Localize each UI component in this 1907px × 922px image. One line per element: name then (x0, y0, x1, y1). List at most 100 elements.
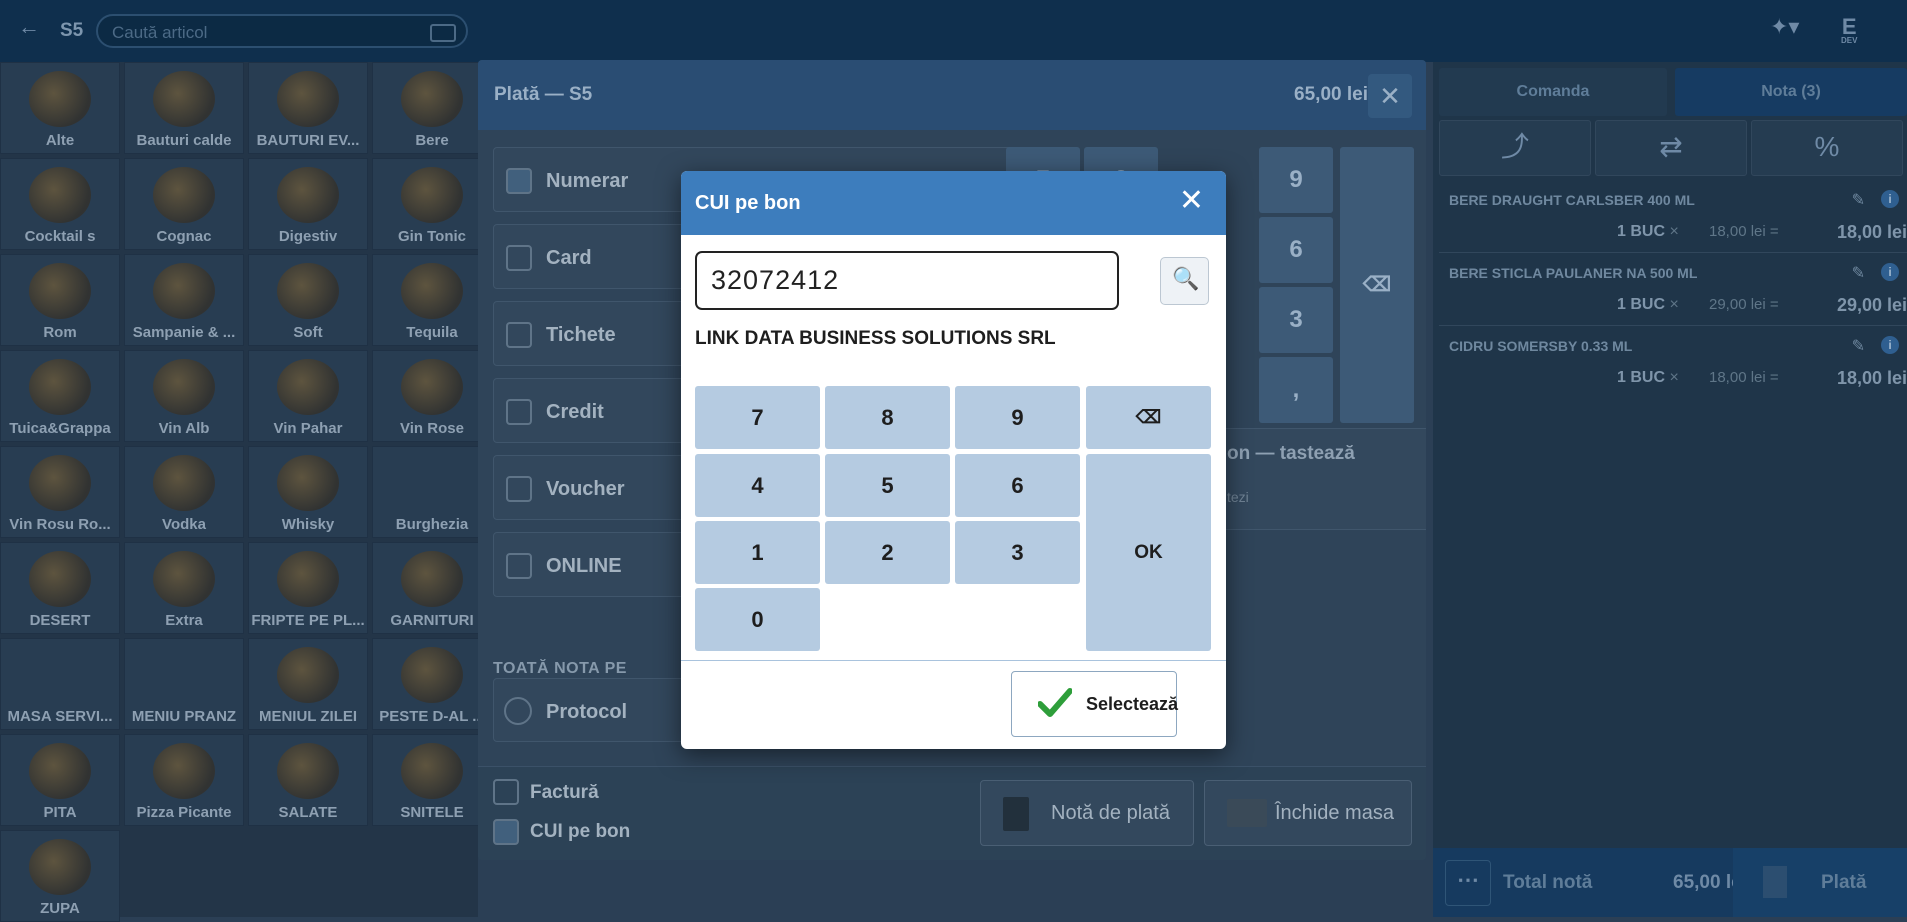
checkbox[interactable] (506, 245, 532, 271)
edit-icon[interactable]: ✎ (1852, 190, 1865, 210)
keypad-key-6[interactable]: 6 (955, 454, 1080, 517)
search-button[interactable]: 🔍 (1160, 257, 1209, 305)
category-tile[interactable]: SNITELE (372, 734, 492, 826)
edit-icon[interactable]: ✎ (1852, 263, 1865, 283)
category-tile[interactable]: Soft (248, 254, 368, 346)
info-icon[interactable]: i (1881, 190, 1899, 208)
category-tile[interactable]: GARNITURI (372, 542, 492, 634)
category-tile[interactable]: Burghezia (372, 446, 492, 538)
category-image (29, 263, 91, 319)
user-avatar[interactable]: E DEV (1841, 14, 1857, 45)
backspace-icon[interactable]: ⌫ (1086, 386, 1211, 449)
category-tile[interactable]: DESERT (0, 542, 120, 634)
more-icon[interactable]: ⋯ (1445, 860, 1491, 906)
pay-button[interactable]: Plată (1733, 848, 1907, 917)
back-arrow-icon[interactable]: ← (18, 14, 40, 40)
category-tile[interactable]: BAUTURI EV... (248, 62, 368, 154)
order-item[interactable]: BERE STICLA PAULANER NA 500 ML ✎ i 1 BUC… (1439, 253, 1907, 326)
search-input[interactable]: Caută articol (96, 14, 468, 48)
checkbox[interactable] (506, 553, 532, 579)
category-tile[interactable]: Vin Rose (372, 350, 492, 442)
percent-icon[interactable]: % (1751, 120, 1903, 176)
category-label: Vin Pahar (273, 420, 343, 437)
tab-nota[interactable]: Nota (3) (1675, 68, 1907, 116)
category-label: Digestiv (278, 228, 338, 245)
transfer-icon[interactable]: ⇄ (1595, 120, 1747, 176)
keypad-key[interactable]: 3 (1259, 287, 1333, 353)
keypad-key-5[interactable]: 5 (825, 454, 950, 517)
radio-button[interactable] (504, 697, 532, 725)
order-item[interactable]: BERE DRAUGHT CARLSBER 400 ML ✎ i 1 BUC ×… (1439, 180, 1907, 253)
order-item[interactable]: CIDRU SOMERSBY 0.33 ML ✎ i 1 BUC × 18,00… (1439, 326, 1907, 398)
category-tile[interactable]: MENIUL ZILEI (248, 638, 368, 730)
info-icon[interactable]: i (1881, 263, 1899, 281)
nota-plata-button[interactable]: Notă de plată (980, 780, 1194, 846)
keypad-key-4[interactable]: 4 (695, 454, 820, 517)
category-tile[interactable]: Vin Alb (124, 350, 244, 442)
keypad-key-1[interactable]: 1 (695, 521, 820, 584)
category-tile[interactable]: Gin Tonic (372, 158, 492, 250)
category-tile[interactable]: Rom (0, 254, 120, 346)
payment-method-label: Tichete (546, 324, 616, 346)
info-icon[interactable]: i (1881, 336, 1899, 354)
checkmark-icon (1038, 688, 1072, 717)
category-tile[interactable]: Whisky (248, 446, 368, 538)
category-tile[interactable]: SALATE (248, 734, 368, 826)
tab-comanda[interactable]: Comanda (1439, 68, 1667, 116)
category-image (277, 551, 339, 607)
cui-checkbox[interactable] (493, 819, 519, 845)
keypad-key-9[interactable]: 9 (955, 386, 1080, 449)
category-label: Pizza Picante (136, 804, 232, 821)
category-tile[interactable]: ZUPA (0, 830, 120, 922)
cui-input[interactable] (695, 251, 1119, 310)
close-icon[interactable]: ✕ (1368, 74, 1412, 118)
category-tile[interactable]: Digestiv (248, 158, 368, 250)
category-image (277, 167, 339, 223)
backspace-icon[interactable]: ⌫ (1340, 147, 1414, 423)
category-tile[interactable]: Extra (124, 542, 244, 634)
checkbox[interactable] (506, 476, 532, 502)
keypad-key-8[interactable]: 8 (825, 386, 950, 449)
item-price: 29,00 lei = (1709, 296, 1779, 313)
close-icon[interactable]: ✕ (1179, 186, 1204, 216)
split-icon[interactable]: ⤴ (1439, 120, 1591, 176)
keyboard-icon[interactable] (430, 24, 456, 42)
checkbox[interactable] (506, 399, 532, 425)
keypad-key[interactable]: 9 (1259, 147, 1333, 213)
keypad-key[interactable]: , (1259, 357, 1333, 423)
category-tile[interactable]: Tuica&Grappa (0, 350, 120, 442)
category-label: Burghezia (395, 516, 469, 533)
keypad-key-0[interactable]: 0 (695, 588, 820, 651)
category-tile[interactable]: Vin Pahar (248, 350, 368, 442)
magic-wand-icon[interactable]: ✦▾ (1770, 14, 1799, 40)
category-tile[interactable]: PITA (0, 734, 120, 826)
factura-checkbox[interactable] (493, 779, 519, 805)
category-tile[interactable]: Cocktail s (0, 158, 120, 250)
category-tile[interactable]: MASA SERVI... (0, 638, 120, 730)
category-label: MENIU PRANZ (131, 708, 237, 725)
keypad-key-2[interactable]: 2 (825, 521, 950, 584)
category-tile[interactable]: Cognac (124, 158, 244, 250)
category-tile[interactable]: Alte (0, 62, 120, 154)
edit-icon[interactable]: ✎ (1852, 336, 1865, 356)
keypad-key[interactable]: 6 (1259, 217, 1333, 283)
category-tile[interactable]: Vodka (124, 446, 244, 538)
close-table-button[interactable]: Închide masa (1204, 780, 1412, 846)
category-tile[interactable]: PESTE D-AL ... (372, 638, 492, 730)
checkbox[interactable] (506, 168, 532, 194)
category-tile[interactable]: Sampanie & ... (124, 254, 244, 346)
category-tile[interactable]: Bere (372, 62, 492, 154)
category-image (29, 743, 91, 799)
payment-title: Plată — S5 (494, 84, 593, 105)
keypad-key-7[interactable]: 7 (695, 386, 820, 449)
category-tile[interactable]: Vin Rosu Ro... (0, 446, 120, 538)
category-tile[interactable]: Tequila (372, 254, 492, 346)
category-tile[interactable]: FRIPTE PE PL... (248, 542, 368, 634)
category-tile[interactable]: MENIU PRANZ (124, 638, 244, 730)
keypad-key-3[interactable]: 3 (955, 521, 1080, 584)
category-tile[interactable]: Pizza Picante (124, 734, 244, 826)
ok-button[interactable]: OK (1086, 454, 1211, 651)
checkbox[interactable] (506, 322, 532, 348)
category-tile[interactable]: Bauturi calde (124, 62, 244, 154)
select-button[interactable]: Selectează (1011, 671, 1178, 737)
